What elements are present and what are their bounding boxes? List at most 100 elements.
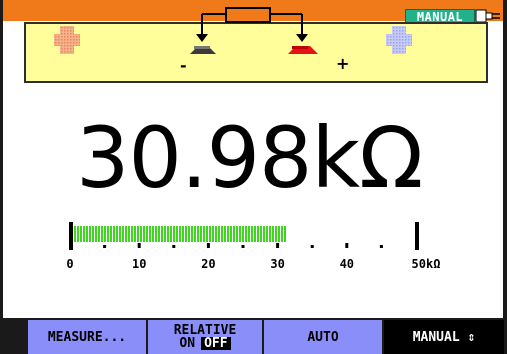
bargraph-segment [227, 226, 229, 242]
bargraph-tick-label: 40 [340, 257, 354, 271]
relative-on-option: ON [179, 336, 196, 351]
bargraph-segment [83, 226, 85, 242]
bargraph-segment [275, 226, 277, 242]
bargraph-segment [134, 226, 136, 242]
relative-off-option: OFF [201, 337, 231, 350]
bargraph-segment [212, 226, 214, 242]
bargraph-segment [188, 226, 190, 242]
bargraph-segment [92, 226, 94, 242]
bargraph-segment [80, 226, 82, 242]
bargraph-segment [245, 226, 247, 242]
bargraph-tick [276, 243, 280, 248]
bargraph-segment [119, 226, 121, 242]
bargraph-segment [164, 226, 166, 242]
auto-range-softkey[interactable]: AUTO [264, 320, 382, 354]
bargraph-segment [149, 226, 151, 242]
bargraph-segment [122, 226, 124, 242]
bargraph-segment [266, 226, 268, 242]
bargraph-end-marker [415, 222, 419, 250]
bargraph-segment [278, 226, 280, 242]
probe-red-icon [288, 46, 318, 54]
bargraph-segment [272, 226, 274, 242]
bargraph-segment [161, 226, 163, 242]
bargraph-segment [203, 226, 205, 242]
bargraph-tick [379, 245, 383, 248]
bargraph-tick [310, 245, 314, 248]
bargraph-tick [206, 243, 210, 248]
bargraph-segment [128, 226, 130, 242]
bargraph-segment [101, 226, 103, 242]
bargraph-segment [116, 226, 118, 242]
plus-polarity-label: + [336, 54, 350, 73]
bargraph-segment [152, 226, 154, 242]
minus-polarity-label: - [180, 56, 187, 75]
bargraph-segment [257, 226, 259, 242]
bargraph-segment [182, 226, 184, 242]
bargraph-segment [200, 226, 202, 242]
bargraph-tick [172, 245, 176, 248]
bargraph-segment [251, 226, 253, 242]
bargraph-segment [173, 226, 175, 242]
probe-black-icon [190, 46, 216, 54]
relative-toggle-row: ON OFF [179, 336, 231, 351]
bargraph-tick [241, 245, 245, 248]
bargraph-segment [95, 226, 97, 242]
bargraph-segment [191, 226, 193, 242]
bargraph-segment [179, 226, 181, 242]
reading-value: 30.98 [76, 109, 312, 207]
bargraph-segment [167, 226, 169, 242]
screen-frame-right [503, 0, 507, 354]
resistor-icon [190, 7, 318, 54]
bargraph-segment [77, 226, 79, 242]
bargraph-segment [107, 226, 109, 242]
bargraph-tick-label: 0 [66, 257, 73, 271]
bargraph-tick [103, 245, 107, 248]
bargraph-segment [239, 226, 241, 242]
bargraph-segment [140, 226, 142, 242]
bargraph-segment [233, 226, 235, 242]
bargraph-segment [242, 226, 244, 242]
bargraph-tick-label: 10 [132, 257, 146, 271]
bargraph-segment [260, 226, 262, 242]
bargraph-segment [176, 226, 178, 242]
bargraph-segment [143, 226, 145, 242]
analog-bargraph: 0 10 20 30 40 50kΩ [66, 222, 441, 271]
bargraph-segment [125, 226, 127, 242]
input-jack-left-icon [54, 26, 80, 54]
bargraph-segment [209, 226, 211, 242]
bargraph-segment [74, 226, 76, 242]
bargraph-segment [197, 226, 199, 242]
bargraph-segment [110, 226, 112, 242]
main-reading: 30.98kΩ [76, 113, 423, 203]
reading-unit: kΩ [311, 109, 423, 207]
bargraph-segment [206, 226, 208, 242]
bargraph-tick-label: 50kΩ [412, 257, 441, 271]
bargraph-tick-label: 20 [201, 257, 215, 271]
bargraph-tick [345, 243, 349, 248]
bargraph-tick-label: 30 [270, 257, 284, 271]
bargraph-segment [236, 226, 238, 242]
bargraph-segment [98, 226, 100, 242]
bargraph-segment [137, 226, 139, 242]
bargraph-segment [170, 226, 172, 242]
bargraph-segment [86, 226, 88, 242]
relative-softkey[interactable]: RELATIVE ON OFF [148, 320, 262, 354]
measure-softkey[interactable]: MEASURE... [28, 320, 146, 354]
bargraph-segment [281, 226, 283, 242]
bargraph-segment [284, 226, 286, 242]
bargraph-segment [131, 226, 133, 242]
bargraph-segment [218, 226, 220, 242]
bargraph-segment [263, 226, 265, 242]
bargraph-segment [230, 226, 232, 242]
meter-screen: MANUAL - + 30.98kΩ 0 10 20 30 40 50kΩ ME… [0, 0, 507, 354]
bargraph-segment [146, 226, 148, 242]
manual-range-softkey[interactable]: MANUAL ⇕ [384, 320, 504, 354]
bargraph-segment [254, 226, 256, 242]
bargraph-segment [194, 226, 196, 242]
bargraph-tick [137, 243, 141, 248]
bargraph-segment [155, 226, 157, 242]
bargraph-segment [248, 226, 250, 242]
input-jack-right-icon [386, 26, 412, 54]
bargraph-segment [158, 226, 160, 242]
bargraph-segment [185, 226, 187, 242]
